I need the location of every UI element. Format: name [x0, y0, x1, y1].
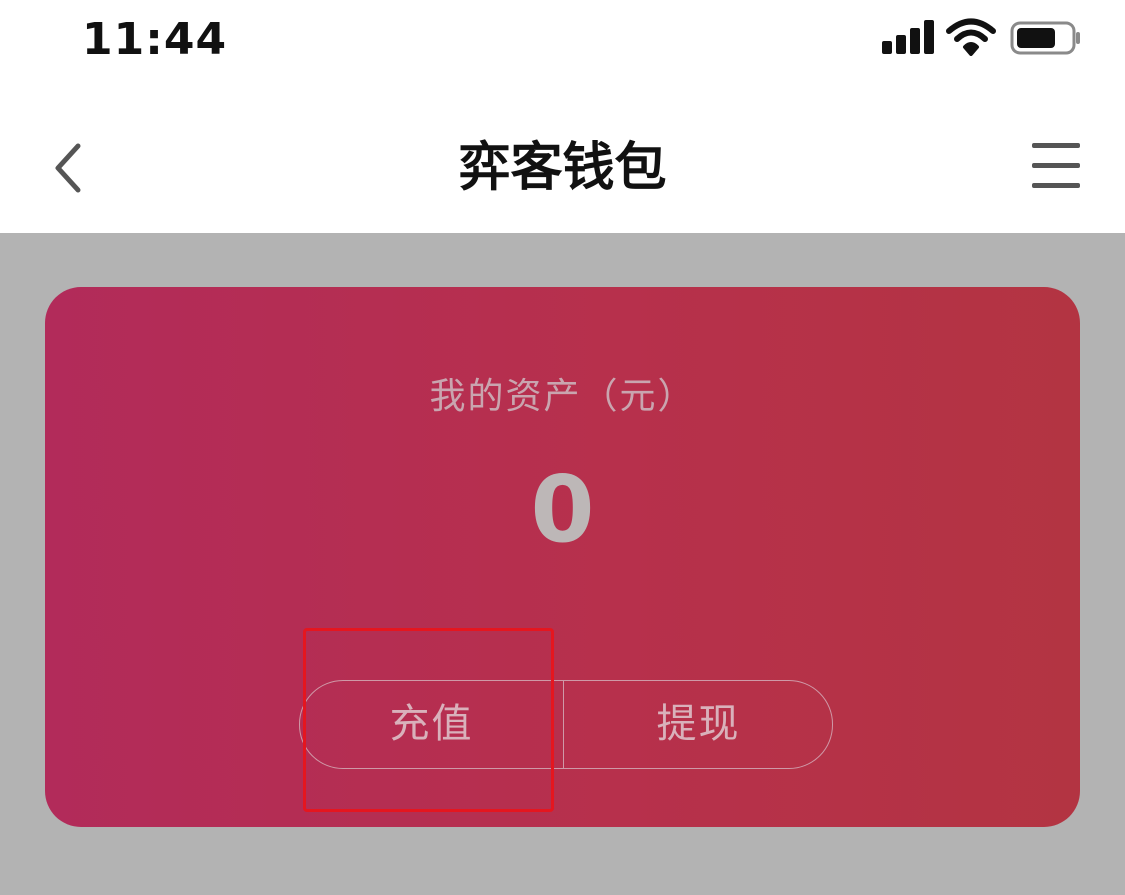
asset-value: 0	[530, 456, 595, 563]
withdraw-button[interactable]: 提现	[563, 681, 832, 768]
cellular-signal-icon	[882, 20, 936, 54]
wifi-icon	[946, 18, 996, 56]
action-button-group: 充值 提现	[299, 680, 833, 769]
asset-label: 我的资产（元）	[429, 376, 696, 417]
menu-button[interactable]	[1030, 143, 1084, 189]
hamburger-menu-icon	[1032, 143, 1080, 148]
top-bar: 11:44 弈客钱包	[0, 0, 1125, 233]
wallet-card: 我的资产（元） 0 充值 提现	[45, 287, 1080, 827]
battery-icon	[1010, 21, 1082, 55]
recharge-button[interactable]: 充值	[300, 681, 563, 768]
status-time: 11:44	[82, 14, 228, 65]
page-title: 弈客钱包	[458, 138, 667, 198]
